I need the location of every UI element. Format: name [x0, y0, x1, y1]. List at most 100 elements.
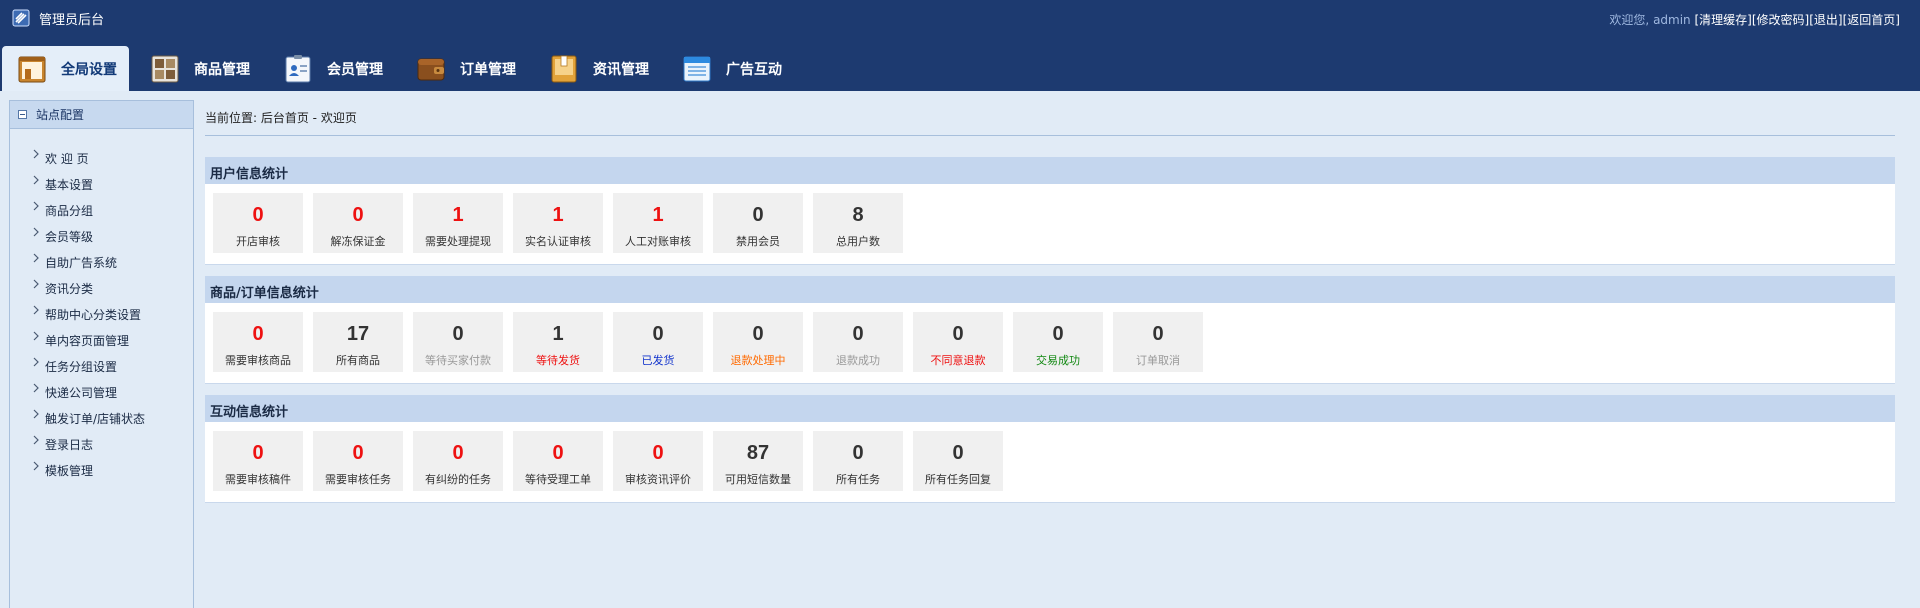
stat-card[interactable]: 0 需要审核稿件 [213, 431, 303, 491]
sidebar-item[interactable]: 自助广告系统 [32, 249, 193, 275]
stat-card[interactable]: 87 可用短信数量 [713, 431, 803, 491]
stat-label: 需要审核商品 [225, 354, 291, 367]
stat-card[interactable]: 8 总用户数 [813, 193, 903, 253]
return-home-link[interactable]: [返回首页] [1843, 13, 1900, 27]
stat-label: 退款成功 [836, 354, 880, 367]
chevron-right-icon [32, 253, 42, 265]
stat-card[interactable]: 1 实名认证审核 [513, 193, 603, 253]
stats-card-row: 0 需要审核商品 17 所有商品 0 等待买家付款 1 等待发货 0 已发货 0 退款处理中 0 退款成功… [205, 303, 1895, 384]
stat-value: 17 [346, 323, 370, 345]
stat-card[interactable]: 0 所有任务 [813, 431, 903, 491]
tab-global-settings[interactable]: 全局设置 [2, 46, 129, 91]
change-password-link[interactable]: [修改密码] [1752, 13, 1809, 27]
app-title-text: 管理员后台 [39, 12, 105, 28]
stat-value: 0 [1152, 323, 1164, 345]
stat-value: 0 [952, 442, 964, 464]
stat-card[interactable]: 0 订单取消 [1113, 312, 1203, 372]
sidebar-section-header[interactable]: 站点配置 [10, 101, 193, 129]
sidebar-item[interactable]: 触发订单/店铺状态 [32, 405, 193, 431]
stat-label: 等待买家付款 [425, 354, 491, 367]
order-wallet-icon [417, 58, 445, 80]
stat-card[interactable]: 0 退款处理中 [713, 312, 803, 372]
stat-card[interactable]: 1 需要处理提现 [413, 193, 503, 253]
sidebar-section-title: 站点配置 [36, 108, 85, 122]
sidebar-item[interactable]: 快递公司管理 [32, 379, 193, 405]
sidebar-item[interactable]: 单内容页面管理 [32, 327, 193, 353]
sidebar-item[interactable]: 模板管理 [32, 457, 193, 483]
stat-value: 0 [1052, 323, 1064, 345]
stat-label: 开店审核 [236, 235, 280, 248]
stat-card[interactable]: 0 需要审核任务 [313, 431, 403, 491]
chevron-right-icon [32, 331, 42, 343]
stat-card[interactable]: 0 禁用会员 [713, 193, 803, 253]
sidebar-item[interactable]: 帮助中心分类设置 [32, 301, 193, 327]
stat-card[interactable]: 0 等待买家付款 [413, 312, 503, 372]
stat-value: 0 [852, 323, 864, 345]
stats-card-row: 0 需要审核稿件 0 需要审核任务 0 有纠纷的任务 0 等待受理工单 0 审核资讯评价 87 可用短… [205, 422, 1895, 503]
stat-value: 0 [752, 323, 764, 345]
product-grid-icon [151, 55, 179, 82]
tab-member-management[interactable]: 会员管理 [268, 46, 395, 91]
stat-card[interactable]: 0 需要审核商品 [213, 312, 303, 372]
stat-card[interactable]: 0 审核资讯评价 [613, 431, 703, 491]
sidebar-item[interactable]: 基本设置 [32, 171, 193, 197]
stat-card[interactable]: 17 所有商品 [313, 312, 403, 372]
sidebar-item-label: 会员等级 [45, 229, 94, 244]
stat-label: 禁用会员 [736, 235, 780, 248]
sidebar-item-label: 快递公司管理 [45, 385, 118, 400]
stat-label: 需要审核稿件 [225, 473, 291, 486]
news-folder-icon [551, 55, 577, 82]
sidebar-item[interactable]: 任务分组设置 [32, 353, 193, 379]
username: admin [1653, 13, 1691, 27]
sidebar-item[interactable]: 欢 迎 页 [32, 145, 193, 171]
stat-card[interactable]: 0 不同意退款 [913, 312, 1003, 372]
stat-value: 0 [852, 442, 864, 464]
stat-card[interactable]: 0 等待受理工单 [513, 431, 603, 491]
tab-news-management[interactable]: 资讯管理 [534, 46, 661, 91]
collapse-minus-icon[interactable] [18, 110, 27, 119]
logout-link[interactable]: [退出] [1809, 13, 1842, 27]
chevron-right-icon [32, 175, 42, 187]
stat-label: 需要处理提现 [425, 235, 491, 248]
stat-value: 0 [752, 204, 764, 226]
welcome-bar: 欢迎您, admin [清理缓存][修改密码][退出][返回首页] [1609, 11, 1900, 28]
tab-product-management[interactable]: 商品管理 [135, 46, 262, 91]
top-header: 管理员后台 欢迎您, admin [清理缓存][修改密码][退出][返回首页] … [0, 0, 1920, 91]
sidebar-menu: 欢 迎 页基本设置商品分组会员等级自助广告系统 资讯分类 帮助中心分类设置单内容页面… [10, 129, 193, 483]
sidebar-item[interactable]: 会员等级 [32, 223, 193, 249]
sidebar-item[interactable]: 商品分组 [32, 197, 193, 223]
chevron-right-icon [32, 357, 42, 369]
stats-panel: 商品/订单信息统计 0 需要审核商品 17 所有商品 0 等待买家付款 1 等待发货 0 已发货 0 退… [205, 276, 1895, 384]
stat-card[interactable]: 0 已发货 [613, 312, 703, 372]
stat-label: 等待受理工单 [525, 473, 591, 486]
stat-value: 0 [252, 204, 264, 226]
tab-order-management[interactable]: 订单管理 [401, 46, 528, 91]
stat-label: 人工对账审核 [625, 235, 691, 248]
chevron-right-icon [32, 435, 42, 447]
stat-label: 有纠纷的任务 [425, 473, 491, 486]
stats-card-row: 0 开店审核 0 解冻保证金 1 需要处理提现 1 实名认证审核 1 人工对账审核 0 禁用会员 8 总用… [205, 184, 1895, 265]
chevron-right-icon [32, 227, 42, 239]
stat-card[interactable]: 0 退款成功 [813, 312, 903, 372]
tab-label: 全局设置 [61, 61, 117, 78]
main-nav: 全局设置 商品管理 会员管理 订单管理 资讯管理 广告互动 [0, 46, 800, 91]
stat-card[interactable]: 0 所有任务回复 [913, 431, 1003, 491]
tab-label: 资讯管理 [593, 61, 649, 78]
tab-label: 会员管理 [327, 61, 383, 78]
stat-card[interactable]: 0 开店审核 [213, 193, 303, 253]
stat-card[interactable]: 0 解冻保证金 [313, 193, 403, 253]
stat-card[interactable]: 1 人工对账审核 [613, 193, 703, 253]
clear-cache-link[interactable]: [清理缓存] [1695, 13, 1752, 27]
sidebar-item[interactable]: 资讯分类 [32, 275, 193, 301]
sidebar-item-label: 单内容页面管理 [45, 333, 130, 348]
stats-panel: 用户信息统计 0 开店审核 0 解冻保证金 1 需要处理提现 1 实名认证审核 1 人工对账审核 0 禁… [205, 157, 1895, 265]
stat-label: 审核资讯评价 [625, 473, 691, 486]
stat-label: 所有任务 [836, 473, 880, 486]
sidebar-item[interactable]: 登录日志 [32, 431, 193, 457]
stat-card[interactable]: 0 有纠纷的任务 [413, 431, 503, 491]
stat-label: 总用户数 [836, 235, 880, 248]
sidebar-item-label: 商品分组 [45, 203, 94, 218]
stat-card[interactable]: 1 等待发货 [513, 312, 603, 372]
stat-card[interactable]: 0 交易成功 [1013, 312, 1103, 372]
tab-ad-interaction[interactable]: 广告互动 [667, 46, 794, 91]
